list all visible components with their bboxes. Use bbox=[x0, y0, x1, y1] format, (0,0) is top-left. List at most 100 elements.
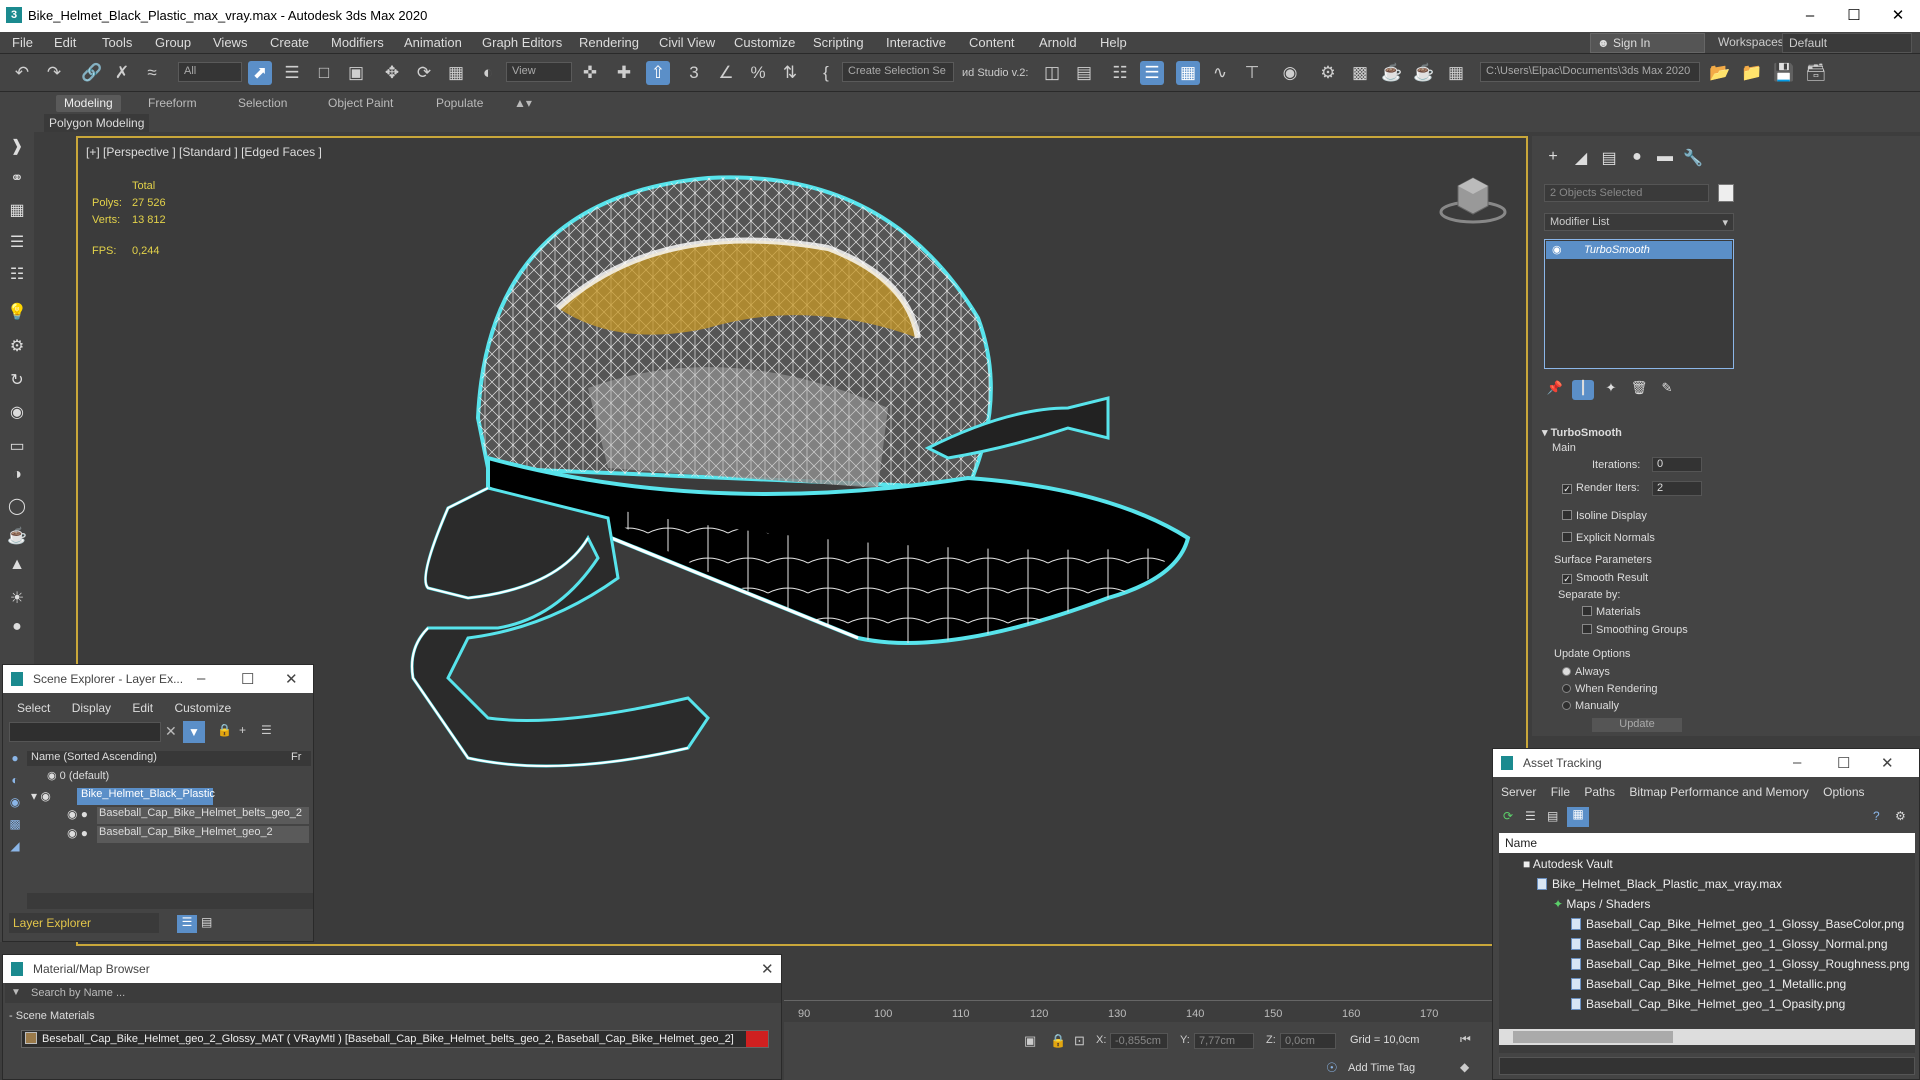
table-view-icon[interactable]: ▤ bbox=[1547, 809, 1558, 823]
maximize-icon[interactable]: ☐ bbox=[1837, 754, 1850, 772]
manually-radio[interactable]: Manually bbox=[1562, 700, 1619, 712]
smooth-result-checkbox[interactable]: ✓ Smooth Result bbox=[1562, 572, 1648, 584]
object-color-swatch[interactable] bbox=[1718, 184, 1734, 202]
filter-icon[interactable]: ▼ bbox=[183, 721, 205, 743]
timeline[interactable]: 90 100 110 120 130 140 150 160 170 bbox=[784, 990, 1492, 1020]
material-item[interactable]: Beseball_Cap_Bike_Helmet_geo_2_Glossy_MA… bbox=[21, 1030, 769, 1048]
menu-group[interactable]: Group bbox=[155, 35, 191, 50]
asset-maps-row[interactable]: ✦ Maps / Shaders bbox=[1553, 897, 1650, 911]
tab-selection[interactable]: Selection bbox=[230, 95, 295, 112]
redo-icon[interactable]: ↷ bbox=[42, 61, 66, 85]
undo-icon[interactable]: ↶ bbox=[10, 61, 34, 85]
project-path-dropdown[interactable]: C:\Users\Elpac\Documents\3ds Max 2020 bbox=[1480, 62, 1700, 82]
bitmap-row[interactable]: Baseball_Cap_Bike_Helmet_geo_1_Opasity.p… bbox=[1571, 997, 1845, 1011]
help-icon[interactable]: ? bbox=[1873, 809, 1880, 823]
explicit-normals-checkbox[interactable]: Explicit Normals bbox=[1562, 532, 1655, 544]
maximize-icon[interactable]: ☐ bbox=[1834, 4, 1874, 28]
material-editor-icon[interactable]: ◉ bbox=[1278, 61, 1302, 85]
make-unique-icon[interactable]: ✦ bbox=[1600, 380, 1622, 400]
lasso-icon[interactable]: ⚭ bbox=[5, 168, 29, 190]
sun-icon[interactable]: ☀ bbox=[5, 588, 29, 610]
pin-stack-icon[interactable]: 📌 bbox=[1544, 380, 1566, 400]
tab-modeling[interactable]: Modeling bbox=[56, 95, 121, 112]
menu-edit[interactable]: Edit bbox=[54, 35, 76, 50]
workspaces-dropdown[interactable]: Default bbox=[1782, 33, 1912, 53]
grid-view-icon[interactable]: ▦ bbox=[1567, 807, 1589, 827]
configure-modifier-sets-icon[interactable]: ✎ bbox=[1656, 380, 1678, 400]
selection-filter-dropdown[interactable]: All bbox=[178, 62, 242, 82]
tab-freeform[interactable]: Freeform bbox=[140, 95, 205, 112]
select-manipulate-icon[interactable]: ✚ bbox=[612, 61, 636, 85]
move-icon[interactable]: ✥ bbox=[380, 61, 404, 85]
asset-vault-row[interactable]: ■ Autodesk Vault bbox=[1523, 857, 1613, 871]
menu-display[interactable]: Display bbox=[72, 701, 111, 715]
project-settings-icon[interactable]: 🗃 bbox=[1804, 61, 1828, 85]
polygon-modeling-panel[interactable]: Polygon Modeling bbox=[44, 114, 150, 132]
display-lights-icon[interactable]: ◉ bbox=[5, 795, 25, 817]
clear-search-icon[interactable]: ✕ bbox=[165, 723, 177, 740]
object-row-helmet[interactable]: Baseball_Cap_Bike_Helmet_geo_2 bbox=[97, 826, 309, 843]
ribbon-options-icon[interactable]: ▲▾ bbox=[506, 95, 540, 112]
lock-icon[interactable]: 🔒 bbox=[217, 723, 232, 737]
minimize-icon[interactable]: – bbox=[1790, 4, 1830, 28]
rollout-title[interactable]: ▾ TurboSmooth bbox=[1542, 426, 1622, 439]
show-end-result-icon[interactable]: ┃ bbox=[1572, 380, 1594, 400]
link-icon[interactable]: 🔗 bbox=[80, 61, 104, 85]
rect-selection-icon[interactable]: □ bbox=[312, 61, 336, 85]
display-helpers-icon[interactable]: ◢ bbox=[5, 839, 25, 861]
scene-search-input[interactable] bbox=[9, 722, 161, 742]
remove-modifier-icon[interactable]: 🗑 bbox=[1628, 380, 1650, 400]
render-shortcuts-icon[interactable]: ▦ bbox=[1444, 61, 1468, 85]
set-key-icon[interactable]: ◆ bbox=[1460, 1060, 1469, 1074]
open-project-icon[interactable]: 📁 bbox=[1740, 61, 1764, 85]
utilities-panel-icon[interactable]: 🔧 bbox=[1682, 148, 1704, 168]
asset-horizontal-scrollbar[interactable] bbox=[1499, 1029, 1915, 1045]
absolute-mode-icon[interactable]: ⊡ bbox=[1074, 1033, 1085, 1049]
materials-checkbox[interactable]: Materials bbox=[1582, 606, 1641, 618]
selection-icon[interactable]: ▣ bbox=[1024, 1033, 1036, 1049]
edit-named-selection-icon[interactable]: { bbox=[814, 61, 838, 85]
angle-snap-icon[interactable]: ∠ bbox=[714, 61, 738, 85]
eye-icon[interactable]: ◉ ● bbox=[67, 826, 88, 840]
material-browser-titlebar[interactable]: Material/Map Browser ✕ bbox=[3, 955, 781, 983]
modify-panel-icon[interactable]: ◢ bbox=[1570, 148, 1592, 168]
render-iterative-icon[interactable]: ☕ bbox=[1412, 61, 1436, 85]
tab-object-paint[interactable]: Object Paint bbox=[320, 95, 401, 112]
close-icon[interactable]: ✕ bbox=[761, 960, 774, 978]
menu-modifiers[interactable]: Modifiers bbox=[331, 35, 384, 50]
expand-arrow-icon[interactable]: ▾ ◉ bbox=[31, 789, 51, 803]
menu-select[interactable]: Select bbox=[17, 701, 50, 715]
menu-views[interactable]: Views bbox=[213, 35, 247, 50]
close-icon[interactable]: ✕ bbox=[1878, 4, 1918, 28]
asset-file-row[interactable]: Bike_Helmet_Black_Plastic_max_vray.max bbox=[1537, 877, 1782, 891]
menu-rendering[interactable]: Rendering bbox=[579, 35, 639, 50]
viewcube-icon[interactable] bbox=[1438, 168, 1508, 228]
menu-tools[interactable]: Tools bbox=[102, 35, 132, 50]
y-coordinate-field[interactable]: 7,77cm bbox=[1194, 1033, 1254, 1049]
isoline-display-checkbox[interactable]: Isoline Display bbox=[1562, 510, 1647, 522]
eye-icon[interactable]: ◉ bbox=[1552, 243, 1562, 256]
tab-populate[interactable]: Populate bbox=[428, 95, 491, 112]
scene-explorer-titlebar[interactable]: Scene Explorer - Layer Ex... – ☐ ✕ bbox=[3, 665, 313, 693]
menu-animation[interactable]: Animation bbox=[404, 35, 462, 50]
menu-help[interactable]: Help bbox=[1100, 35, 1127, 50]
explorer-type-dropdown[interactable]: Layer Explorer bbox=[9, 913, 159, 933]
menu-create[interactable]: Create bbox=[270, 35, 309, 50]
modifier-stack-item[interactable]: ◉ TurboSmooth bbox=[1546, 241, 1732, 259]
toggle-ribbon-icon[interactable]: ▦ bbox=[1176, 61, 1200, 85]
minimize-icon[interactable]: – bbox=[197, 670, 205, 687]
cone-icon[interactable]: ▲ bbox=[5, 556, 29, 578]
menu-paths[interactable]: Paths bbox=[1584, 785, 1615, 799]
z-coordinate-field[interactable]: 0,0cm bbox=[1280, 1033, 1336, 1049]
layer-row-bike-helmet[interactable]: Bike_Helmet_Black_Plastic bbox=[77, 788, 215, 805]
menu-options[interactable]: Options bbox=[1823, 785, 1864, 799]
smoothing-groups-checkbox[interactable]: Smoothing Groups bbox=[1582, 624, 1688, 636]
menu-file[interactable]: File bbox=[12, 35, 33, 50]
select-object-icon[interactable]: ⬈ bbox=[248, 61, 272, 85]
dome-icon[interactable]: ◑ bbox=[5, 466, 29, 488]
display-cameras-icon[interactable]: ▩ bbox=[5, 817, 25, 839]
display-all-icon[interactable]: ● bbox=[5, 751, 25, 773]
hierarchy-icon[interactable]: ▤ bbox=[201, 915, 212, 929]
add-time-tag-label[interactable]: Add Time Tag bbox=[1348, 1062, 1415, 1074]
create-icon[interactable]: ❱ bbox=[5, 136, 29, 158]
